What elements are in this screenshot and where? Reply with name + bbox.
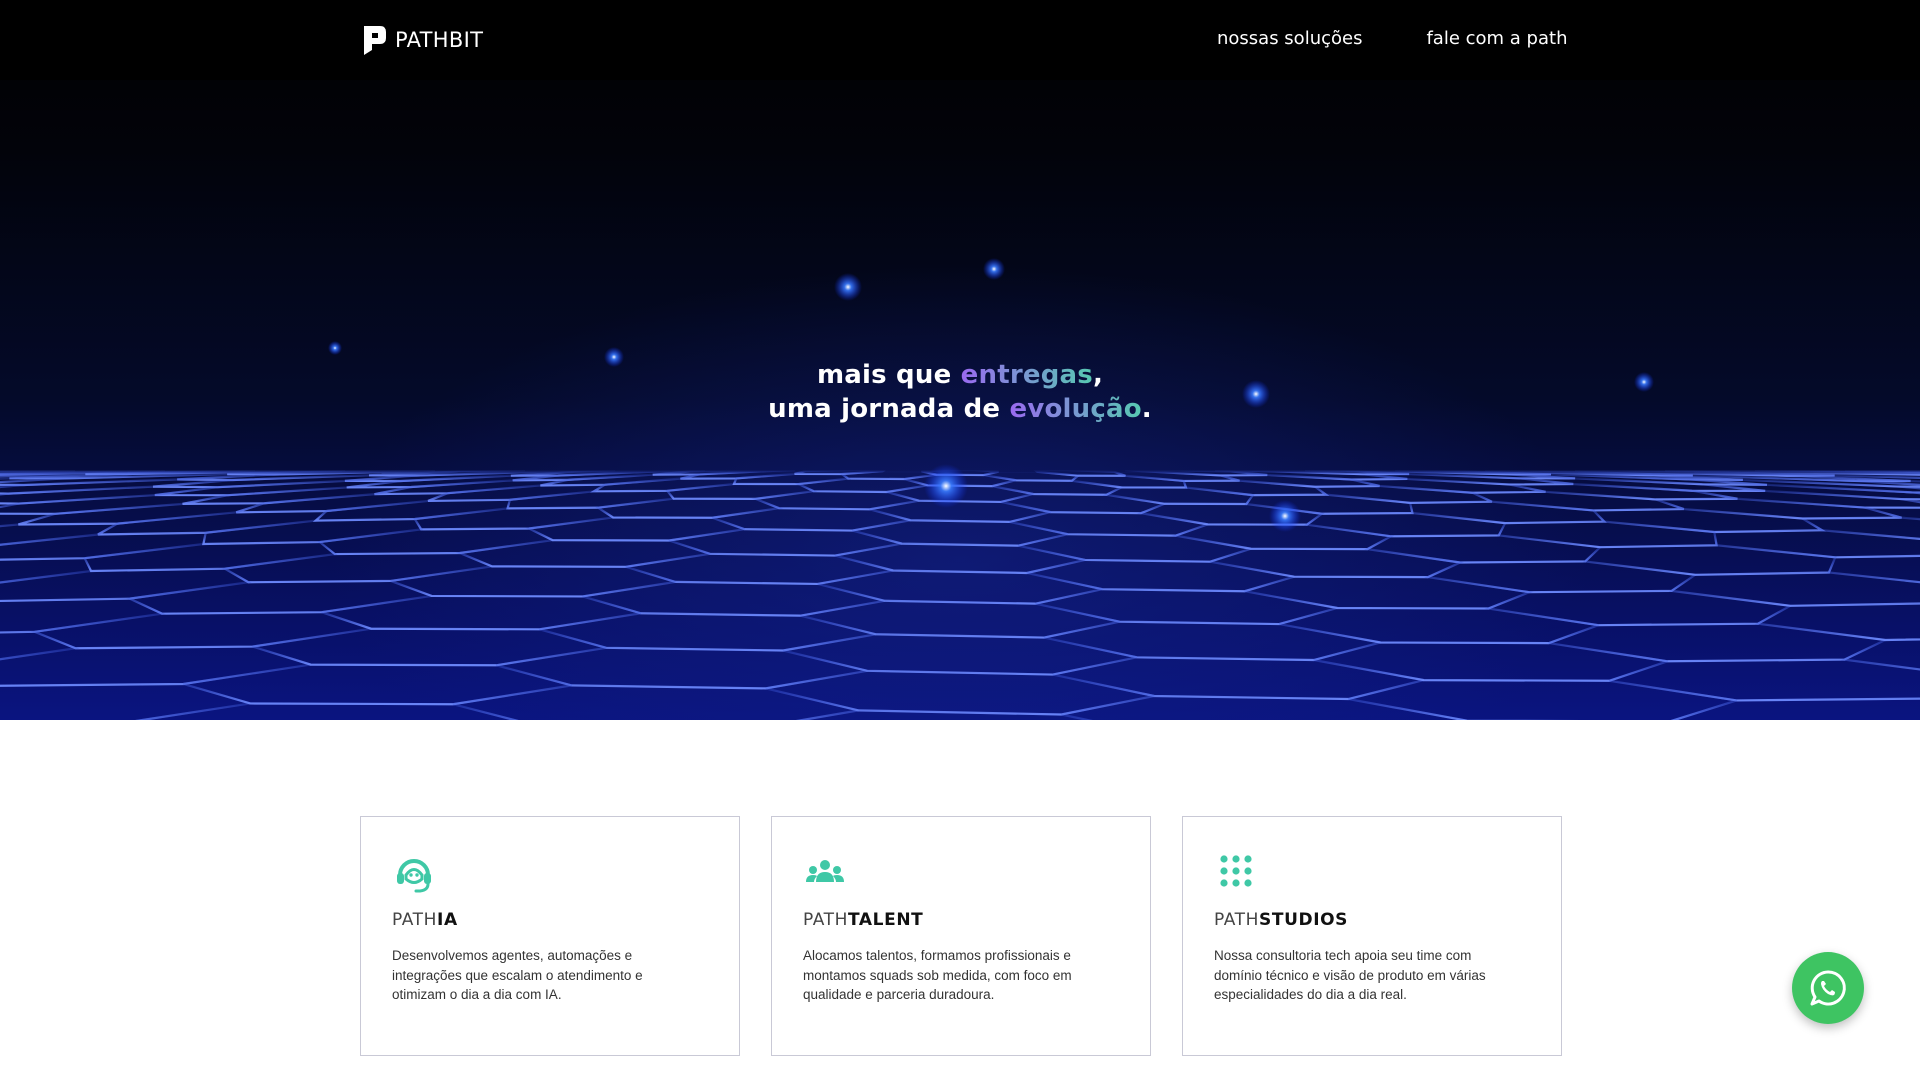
whatsapp-icon: [1810, 970, 1846, 1006]
headset-agent-icon: [397, 859, 431, 893]
hero-line-2-punct: .: [1141, 394, 1152, 424]
card-description: Alocamos talentos, formamos profissionai…: [803, 948, 1072, 1002]
card-pathia[interactable]: PATHIA Desenvolvemos agentes, automações…: [360, 816, 740, 1056]
hero-line-1: mais que entregas,: [0, 358, 1920, 392]
hero-line-2-text: uma jornada de: [768, 394, 1010, 424]
nav-fale-com-a-path[interactable]: fale com a path: [1426, 28, 1567, 49]
hero-highlight-evolucao: evolução: [1009, 394, 1142, 424]
pathbit-logo-icon: [364, 26, 386, 55]
dot-grid-icon: [1220, 855, 1252, 887]
card-description: Desenvolvemos agentes, automações e inte…: [392, 948, 643, 1002]
main-nav: nossas soluções fale com a path: [1217, 28, 1567, 49]
card-title: PATHSTUDIOS: [1214, 910, 1531, 930]
card-title-prefix: PATH: [392, 910, 438, 930]
team-users-icon: [806, 860, 844, 882]
solutions-cards: PATHIA Desenvolvemos agentes, automações…: [360, 816, 1562, 1056]
hero-line-1-punct: ,: [1092, 360, 1104, 390]
card-pathstudios[interactable]: PATHSTUDIOS Nossa consultoria tech apoia…: [1182, 816, 1562, 1056]
card-title-prefix: PATH: [1214, 910, 1260, 930]
card-pathtalent[interactable]: PATHTALENT Alocamos talentos, formamos p…: [771, 816, 1151, 1056]
hero-section: mais que entregas, uma jornada de evoluç…: [0, 0, 1920, 720]
card-title: PATHIA: [392, 910, 709, 930]
hero-highlight-entregas: entregas: [960, 360, 1093, 390]
hero-line-2: uma jornada de evolução.: [0, 392, 1920, 426]
logo-wordmark: PATHBIT: [395, 28, 484, 52]
nav-nossas-solucoes[interactable]: nossas soluções: [1217, 28, 1362, 49]
card-title-suffix: STUDIOS: [1259, 910, 1349, 930]
hero-headline: mais que entregas, uma jornada de evoluç…: [0, 358, 1920, 426]
hero-line-1-text: mais que: [816, 360, 961, 390]
pathbit-logo-link[interactable]: PATHBIT: [360, 24, 483, 56]
card-title-suffix: TALENT: [848, 910, 924, 930]
card-title-suffix: IA: [437, 910, 458, 930]
card-title: PATHTALENT: [803, 910, 1120, 930]
card-title-prefix: PATH: [803, 910, 849, 930]
whatsapp-button[interactable]: [1792, 952, 1864, 1024]
card-description: Nossa consultoria tech apoia seu time co…: [1214, 948, 1486, 1002]
top-navbar: PATHBIT nossas soluções fale com a path: [0, 0, 1920, 80]
